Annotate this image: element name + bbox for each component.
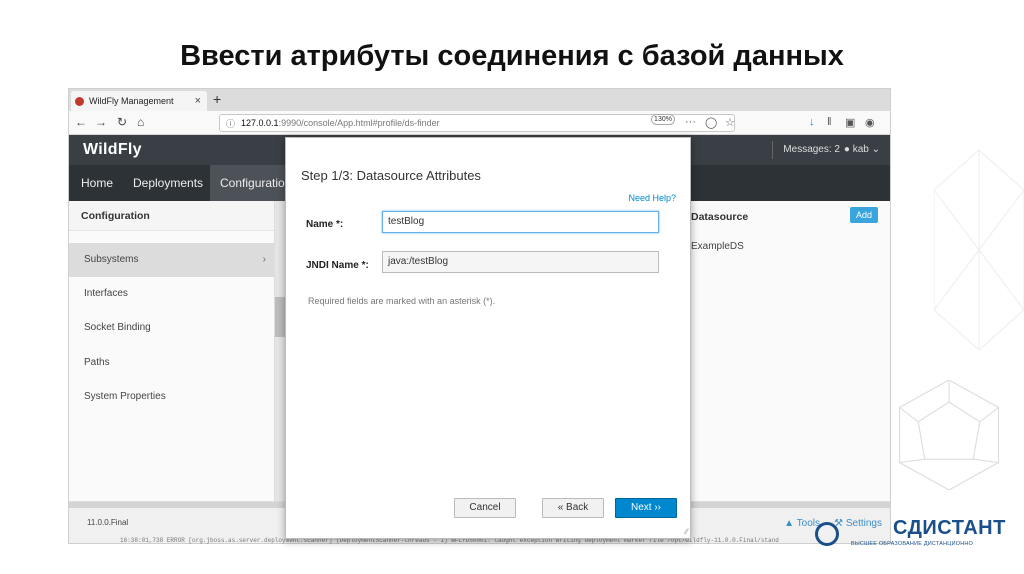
reload-icon[interactable]: ↻ bbox=[117, 115, 127, 129]
caret-up-icon: ▲ bbox=[784, 518, 795, 529]
library-icon[interactable]: ‖ bbox=[827, 116, 832, 128]
extension-icon[interactable]: ◉ bbox=[865, 116, 875, 129]
chevron-right-icon: › bbox=[262, 254, 266, 265]
home-icon[interactable]: ⌂ bbox=[137, 115, 144, 129]
nav-deployments[interactable]: Deployments bbox=[133, 165, 203, 201]
jndi-name-label: JNDI Name *: bbox=[306, 260, 369, 271]
name-label-text: Name bbox=[306, 219, 334, 230]
column-scroll-thumb[interactable] bbox=[275, 297, 285, 337]
jndi-label-text: JNDI Name bbox=[306, 260, 359, 271]
tab-bar: WildFly Management × + bbox=[69, 89, 890, 111]
next-button[interactable]: Next ›› bbox=[615, 498, 677, 518]
user-menu[interactable]: ● kab ⌄ bbox=[844, 144, 880, 155]
browser-tab[interactable]: WildFly Management × bbox=[71, 91, 207, 111]
cancel-button[interactable]: Cancel bbox=[454, 498, 516, 518]
sidebar-item-system-properties[interactable]: System Properties bbox=[69, 380, 274, 414]
need-help-link[interactable]: Need Help? bbox=[628, 193, 676, 203]
nav-home[interactable]: Home bbox=[81, 165, 113, 201]
column-divider bbox=[275, 201, 285, 501]
sidebar-item-label: Subsystems bbox=[84, 254, 139, 265]
slide-title: Ввести атрибуты соединения с базой данны… bbox=[180, 40, 844, 72]
required-asterisk: *: bbox=[361, 260, 369, 271]
dialog-title: Step 1/3: Datasource Attributes bbox=[301, 168, 481, 183]
pocket-icon[interactable]: ◯ bbox=[705, 116, 717, 129]
column-header: Configuration bbox=[69, 201, 274, 231]
sidebar-item-subsystems[interactable]: Subsystems › bbox=[69, 243, 274, 277]
add-datasource-button[interactable]: Add bbox=[850, 207, 878, 223]
wildfly-logo: WildFly bbox=[83, 141, 142, 158]
sidebar-item-interfaces[interactable]: Interfaces bbox=[69, 277, 274, 311]
header-separator bbox=[772, 141, 773, 159]
configuration-column: Configuration Subsystems › Interfaces So… bbox=[69, 201, 275, 501]
wildfly-favicon-icon bbox=[75, 96, 84, 106]
name-input[interactable]: testBlog bbox=[382, 211, 659, 233]
geodesic-decoration-bottom bbox=[898, 380, 1000, 490]
name-label: Name *: bbox=[306, 219, 343, 230]
user-icon: ● bbox=[843, 144, 850, 155]
url-path: :9990/console/App.html#profile/ds-finder bbox=[278, 118, 440, 128]
required-fields-note: Required fields are marked with an aster… bbox=[308, 296, 496, 306]
brand-tagline: ВЫСШЕЕ ОБРАЗОВАНИЕ ДИСТАНЦИОННО bbox=[851, 541, 974, 547]
sidebar-item-paths[interactable]: Paths bbox=[69, 346, 274, 380]
add-datasource-dialog: Step 1/3: Datasource Attributes Need Hel… bbox=[285, 137, 691, 539]
back-arrow-icon[interactable]: ← bbox=[75, 115, 87, 129]
sidebar-item-socket-binding[interactable]: Socket Binding bbox=[69, 311, 274, 345]
brand-name: СДИСТАНТ bbox=[893, 517, 1006, 539]
close-tab-icon[interactable]: × bbox=[195, 95, 201, 107]
messages-link[interactable]: Messages: 2 bbox=[783, 144, 840, 155]
new-tab-button[interactable]: + bbox=[213, 91, 221, 107]
tab-title: WildFly Management bbox=[89, 96, 174, 106]
required-asterisk: *: bbox=[336, 219, 344, 230]
navigation-bar: ← → ↻ ⌂ ⓘ 127.0.0.1 :9990/console/App.ht… bbox=[69, 111, 890, 135]
datasource-column: Datasource Add ExampleDS bbox=[679, 201, 890, 501]
resize-grip-icon[interactable]: ∕∕ bbox=[685, 527, 688, 536]
info-icon[interactable]: ⓘ bbox=[226, 117, 235, 130]
url-host: 127.0.0.1 bbox=[241, 118, 279, 128]
forward-arrow-icon[interactable]: → bbox=[95, 115, 107, 129]
datasource-header: Datasource bbox=[691, 211, 749, 223]
brand-logo: СДИСТАНТ ВЫСШЕЕ ОБРАЗОВАНИЕ ДИСТАНЦИОННО bbox=[815, 512, 1015, 552]
zoom-indicator[interactable]: 130% bbox=[651, 114, 675, 125]
brand-circle-icon bbox=[815, 522, 839, 546]
bookmark-star-icon[interactable]: ☆ bbox=[725, 116, 735, 129]
back-button[interactable]: « Back bbox=[542, 498, 604, 518]
jndi-name-input[interactable]: java:/testBlog bbox=[382, 251, 659, 273]
sidebar-icon[interactable]: ▣ bbox=[845, 116, 855, 129]
user-name: kab bbox=[852, 144, 869, 155]
download-icon[interactable]: ↓ bbox=[809, 116, 815, 128]
datasource-item[interactable]: ExampleDS bbox=[691, 241, 744, 252]
page-actions-menu[interactable]: ··· bbox=[685, 116, 696, 128]
chevron-down-icon: ⌄ bbox=[871, 144, 880, 155]
version-label: 11.0.0.Final bbox=[87, 518, 129, 527]
geodesic-decoration-top bbox=[934, 150, 1024, 350]
